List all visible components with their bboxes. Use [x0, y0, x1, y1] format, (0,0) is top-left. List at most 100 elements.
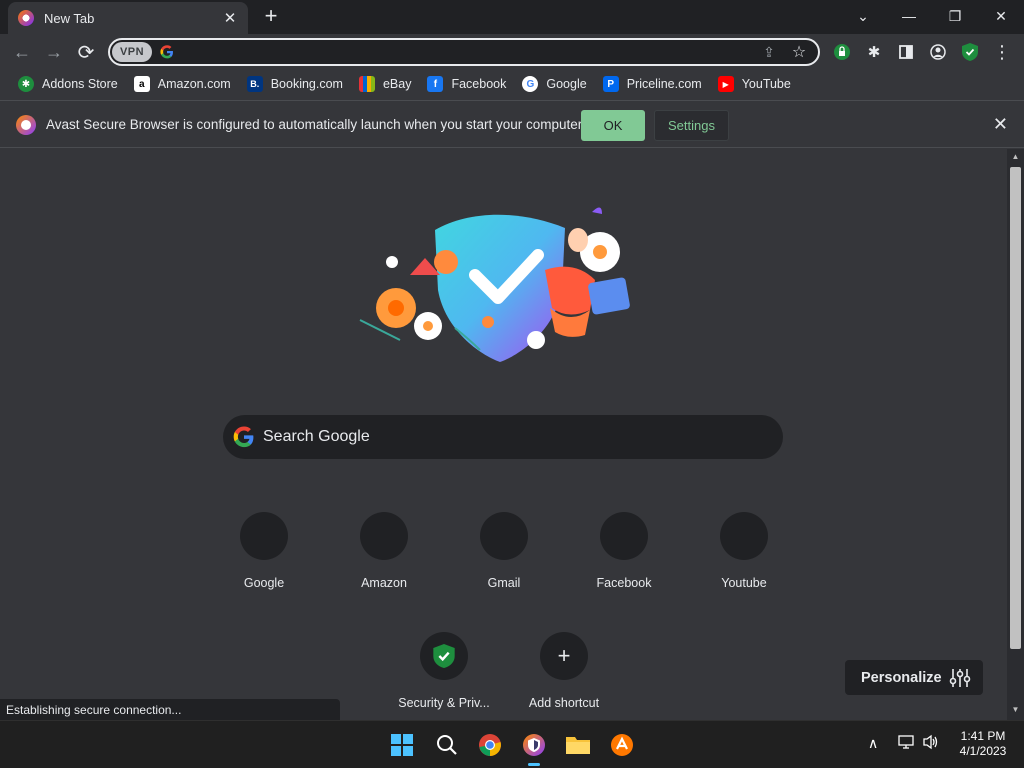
reload-button[interactable]: ⟳ — [72, 38, 100, 66]
personalize-button[interactable]: Personalize — [845, 660, 983, 695]
bookmark-ebay[interactable]: eBay — [351, 70, 420, 98]
bookmarks-bar: ✱ Addons Store a Amazon.com B. Booking.c… — [0, 70, 1024, 98]
forward-button[interactable]: → — [40, 38, 68, 66]
ok-button[interactable]: OK — [581, 110, 645, 141]
security-shield-icon[interactable] — [958, 40, 982, 64]
avast-antivirus-icon[interactable] — [606, 729, 638, 761]
tab-search-chevron-icon[interactable]: ⌄ — [840, 0, 886, 32]
security-shield-icon — [433, 644, 455, 668]
bookmark-youtube[interactable]: ▶ YouTube — [710, 70, 799, 98]
close-window-button[interactable]: ✕ — [978, 0, 1024, 32]
windows-taskbar: ∧ 1:41 PM 4/1/2023 — [0, 720, 1024, 768]
search-placeholder: Search Google — [263, 428, 370, 445]
bookmark-google[interactable]: G Google — [514, 70, 594, 98]
new-tab-button[interactable]: + — [258, 4, 284, 30]
shortcut-label: Amazon — [361, 576, 407, 590]
shortcut-icon — [240, 512, 288, 560]
tab-title: New Tab — [44, 10, 95, 26]
plus-icon: + — [540, 632, 588, 680]
tab-new-tab[interactable]: New Tab ✕ — [8, 2, 248, 34]
avast-browser-favicon-icon — [18, 10, 34, 26]
extensions-puzzle-icon[interactable]: ✱ — [862, 40, 886, 64]
bookmark-booking[interactable]: B. Booking.com — [239, 70, 351, 98]
status-bubble: Establishing secure connection... — [0, 699, 340, 720]
shortcut-icon — [420, 632, 468, 680]
network-icon[interactable] — [898, 735, 914, 752]
addons-store-icon: ✱ — [18, 76, 34, 92]
scrollbar-thumb[interactable] — [1010, 167, 1021, 649]
chrome-icon[interactable] — [474, 729, 506, 761]
security-shield-illustration — [359, 207, 630, 362]
booking-icon: B. — [246, 76, 263, 92]
shortcut-label: Security & Priv... — [398, 696, 490, 710]
sliders-icon — [949, 668, 971, 687]
profile-icon[interactable] — [926, 40, 950, 64]
minimize-button[interactable]: — — [886, 0, 932, 32]
lock-extension-icon[interactable] — [830, 40, 854, 64]
add-shortcut-button[interactable]: + Add shortcut — [508, 616, 620, 728]
bookmark-addons-store[interactable]: ✱ Addons Store — [10, 70, 126, 98]
tab-strip: New Tab ✕ + ⌄ — ❐ ✕ — [0, 0, 1024, 34]
show-hidden-icons-chevron-icon[interactable]: ∧ — [868, 735, 878, 752]
bookmark-label: Facebook — [451, 77, 507, 91]
amazon-icon: a — [133, 76, 150, 92]
bookmark-label: Priceline.com — [626, 77, 702, 91]
settings-button[interactable]: Settings — [654, 110, 729, 141]
shortcut-gmail[interactable]: Gmail — [448, 496, 560, 608]
system-clock[interactable]: 1:41 PM 4/1/2023 — [950, 729, 1016, 759]
file-explorer-icon[interactable] — [562, 729, 594, 761]
scroll-down-arrow-icon[interactable]: ▼ — [1010, 705, 1021, 717]
google-search-engine-icon — [160, 45, 173, 59]
shortcut-icon — [720, 512, 768, 560]
shortcut-label: Facebook — [596, 576, 652, 590]
bookmark-star-icon[interactable]: ☆ — [790, 42, 808, 61]
shortcut-security-privacy[interactable]: Security & Priv... — [388, 616, 500, 728]
bookmark-facebook[interactable]: f Facebook — [419, 70, 514, 98]
shortcut-label: Google — [243, 576, 285, 590]
shortcut-label: Add shortcut — [528, 696, 600, 710]
clock-date: 4/1/2023 — [959, 744, 1007, 758]
personalize-label: Personalize — [861, 669, 942, 686]
volume-icon[interactable] — [922, 734, 940, 754]
browser-toolbar: ← → ⟳ VPN ⇪ ☆ ✱ ⋮ — [0, 34, 1024, 70]
search-icon[interactable] — [431, 729, 463, 761]
infobar-close-icon[interactable]: ✕ — [993, 114, 1008, 135]
google-icon: G — [522, 76, 539, 92]
bookmark-label: Amazon.com — [157, 77, 231, 91]
shortcut-amazon[interactable]: Amazon — [328, 496, 440, 608]
shortcut-facebook[interactable]: Facebook — [568, 496, 680, 608]
shortcut-google[interactable]: Google — [208, 496, 320, 608]
windows-start-icon[interactable] — [386, 729, 418, 761]
shortcut-youtube[interactable]: Youtube — [688, 496, 800, 608]
scrollbar[interactable]: ▲ ▼ — [1007, 149, 1024, 720]
tab-close-icon[interactable]: ✕ — [222, 9, 238, 27]
back-button[interactable]: ← — [8, 38, 36, 66]
avast-browser-icon[interactable] — [518, 729, 550, 761]
scroll-up-arrow-icon[interactable]: ▲ — [1010, 152, 1021, 164]
priceline-icon: P — [602, 76, 619, 92]
side-panel-icon[interactable] — [894, 40, 918, 64]
shortcut-label: Gmail — [487, 576, 521, 590]
facebook-icon: f — [427, 76, 444, 92]
search-box[interactable]: Search Google — [223, 415, 783, 459]
bookmark-priceline[interactable]: P Priceline.com — [595, 70, 710, 98]
shortcut-icon — [360, 512, 408, 560]
shortcut-icon — [480, 512, 528, 560]
avast-browser-icon — [16, 115, 36, 135]
address-bar[interactable]: VPN ⇪ ☆ — [108, 38, 820, 66]
share-icon[interactable]: ⇪ — [760, 44, 778, 62]
active-app-indicator — [528, 763, 540, 766]
shortcut-label: Youtube — [721, 576, 767, 590]
vpn-toggle[interactable]: VPN — [112, 42, 152, 62]
restore-button[interactable]: ❐ — [932, 0, 978, 32]
browser-menu-icon[interactable]: ⋮ — [990, 40, 1014, 64]
google-logo-icon — [233, 426, 254, 448]
bookmark-amazon[interactable]: a Amazon.com — [126, 70, 239, 98]
infobar-message: Avast Secure Browser is configured to au… — [46, 117, 586, 132]
bookmark-label: eBay — [382, 77, 412, 91]
autolaunch-infobar: Avast Secure Browser is configured to au… — [0, 100, 1024, 148]
shortcut-icon — [600, 512, 648, 560]
bookmark-label: Addons Store — [42, 77, 118, 91]
clock-time: 1:41 PM — [960, 729, 1006, 743]
youtube-icon: ▶ — [717, 76, 734, 92]
